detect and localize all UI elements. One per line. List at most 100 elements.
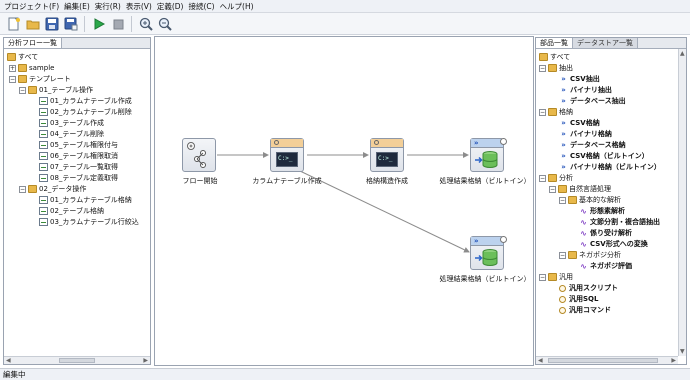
flow-list-hscrollbar[interactable]: ◀ ▶ bbox=[4, 356, 150, 364]
tree-item-template[interactable]: − テンプレート bbox=[9, 74, 71, 84]
menu-connect[interactable]: 接続(C) bbox=[188, 1, 214, 12]
collapse-icon[interactable]: − bbox=[549, 185, 556, 193]
component-label: データベース抽出 bbox=[570, 97, 626, 105]
component-item[interactable]: ∿ 係り受け解析 bbox=[579, 228, 632, 238]
tree-item-label: 03_テーブル作成 bbox=[50, 119, 104, 127]
status-bar: 編集中 bbox=[0, 368, 690, 380]
node-result-store-builtin[interactable]: » bbox=[470, 236, 507, 270]
flow-canvas[interactable]: フロー開始 C:>_ カラムナテーブル作成 C:>_ 格納構造作成 » 処理結果… bbox=[154, 36, 534, 366]
collapse-icon[interactable]: − bbox=[539, 174, 546, 182]
save-icon[interactable] bbox=[43, 15, 60, 32]
component-item[interactable]: » バイナリ格納（ビルトイン） bbox=[559, 162, 661, 172]
node-result-store-builtin[interactable]: » bbox=[470, 138, 507, 172]
component-item[interactable]: » バイナリ格納 bbox=[559, 129, 612, 139]
collapse-icon[interactable]: − bbox=[539, 273, 546, 281]
tree-item-flow[interactable]: 06_テーブル権限取消 bbox=[39, 151, 118, 161]
tree-item-data-ops[interactable]: − 02_データ操作 bbox=[19, 184, 86, 194]
node-columnar-table-create[interactable]: C:>_ bbox=[270, 138, 304, 172]
collapse-icon[interactable]: − bbox=[559, 196, 566, 204]
wave-icon: ∿ bbox=[580, 217, 587, 227]
tree-item-flow[interactable]: 02_テーブル格納 bbox=[39, 206, 104, 216]
scroll-thumb[interactable] bbox=[59, 358, 95, 363]
folder-icon bbox=[548, 174, 557, 182]
menu-help[interactable]: ヘルプ(H) bbox=[220, 1, 254, 12]
component-item[interactable]: 汎用コマンド bbox=[559, 305, 611, 315]
component-item[interactable]: » データベース抽出 bbox=[559, 96, 626, 106]
tree-item-general[interactable]: − 汎用 bbox=[539, 272, 573, 282]
component-label: データベース格納 bbox=[570, 141, 626, 149]
tree-item-label: 01_カラムナテーブル格納 bbox=[50, 196, 132, 204]
component-item[interactable]: » CSV抽出 bbox=[559, 74, 600, 84]
tree-item-nlp[interactable]: − 自然言語処理 bbox=[549, 184, 611, 194]
folder-icon bbox=[28, 86, 37, 94]
port-icon[interactable] bbox=[500, 138, 507, 145]
tree-item-flow[interactable]: 03_テーブル作成 bbox=[39, 118, 104, 128]
tree-item-flow[interactable]: 02_カラムナテーブル削除 bbox=[39, 107, 132, 117]
component-item[interactable]: ∿ ネガポジ評価 bbox=[579, 261, 632, 271]
chevron-icon: » bbox=[474, 139, 479, 147]
component-item[interactable]: 汎用SQL bbox=[559, 294, 598, 304]
menu-run[interactable]: 実行(R) bbox=[95, 1, 121, 12]
component-item[interactable]: » CSV格納 bbox=[559, 118, 600, 128]
tab-component-list[interactable]: 部品一覧 bbox=[536, 38, 573, 48]
tree-item-basic-analysis[interactable]: − 基本的な解析 bbox=[559, 195, 621, 205]
zoom-in-icon[interactable] bbox=[137, 15, 154, 32]
tree-item-analysis[interactable]: − 分析 bbox=[539, 173, 573, 183]
stop-icon[interactable] bbox=[109, 15, 126, 32]
component-item[interactable]: ∿ 文節分割・複合語抽出 bbox=[579, 217, 660, 227]
tree-item-flow[interactable]: 05_テーブル権限付与 bbox=[39, 140, 118, 150]
collapse-icon[interactable]: − bbox=[539, 64, 546, 72]
collapse-icon[interactable]: − bbox=[19, 86, 26, 94]
component-item[interactable]: ∿ CSV形式への変換 bbox=[579, 239, 648, 249]
save-as-icon[interactable] bbox=[62, 15, 79, 32]
node-storage-structure-create[interactable]: C:>_ bbox=[370, 138, 404, 172]
tree-item-flow[interactable]: 04_テーブル削除 bbox=[39, 129, 104, 139]
collapse-icon[interactable]: − bbox=[19, 185, 26, 193]
menu-view[interactable]: 表示(V) bbox=[126, 1, 152, 12]
menu-edit[interactable]: 編集(E) bbox=[64, 1, 90, 12]
tree-item-extract[interactable]: − 抽出 bbox=[539, 63, 573, 73]
tree-item-table-ops[interactable]: − 01_テーブル操作 bbox=[19, 85, 93, 95]
component-item[interactable]: » バイナリ抽出 bbox=[559, 85, 612, 95]
expand-icon[interactable]: + bbox=[9, 64, 16, 72]
collapse-icon[interactable]: − bbox=[9, 75, 16, 83]
tree-item-label: 01_テーブル操作 bbox=[39, 86, 93, 94]
collapse-icon[interactable]: − bbox=[539, 108, 546, 116]
component-label: CSV格納 bbox=[570, 119, 600, 127]
tree-item-all[interactable]: すべて bbox=[539, 52, 570, 62]
component-vscrollbar[interactable]: ▲ ▼ bbox=[678, 49, 686, 356]
tree-item-flow[interactable]: 01_カラムナテーブル格納 bbox=[39, 195, 132, 205]
port-icon[interactable] bbox=[500, 236, 507, 243]
menu-project[interactable]: プロジェクト(F) bbox=[4, 1, 59, 12]
component-label: CSV抽出 bbox=[570, 75, 600, 83]
tree-item-label: すべて bbox=[18, 53, 39, 61]
tree-item-store[interactable]: − 格納 bbox=[539, 107, 573, 117]
folder-icon bbox=[539, 53, 548, 61]
component-item[interactable]: » CSV格納（ビルトイン） bbox=[559, 151, 649, 161]
tree-item-all[interactable]: すべて bbox=[7, 52, 38, 62]
status-icon bbox=[374, 140, 379, 145]
tree-item-flow[interactable]: 07_テーブル一覧取得 bbox=[39, 162, 118, 172]
component-hscrollbar[interactable]: ◀ ▶ bbox=[536, 356, 678, 364]
collapse-icon[interactable]: − bbox=[559, 251, 566, 259]
new-icon[interactable] bbox=[5, 15, 22, 32]
zoom-out-icon[interactable] bbox=[156, 15, 173, 32]
tree-item-flow[interactable]: 03_カラムナテーブル行絞込 bbox=[39, 217, 139, 227]
menu-define[interactable]: 定義(D) bbox=[157, 1, 184, 12]
tab-flow-list[interactable]: 分析フロー一覧 bbox=[4, 38, 62, 48]
tree-item-flow[interactable]: 08_テーブル定義取得 bbox=[39, 173, 118, 183]
scroll-thumb[interactable] bbox=[548, 358, 658, 363]
node-flow-start[interactable] bbox=[182, 138, 216, 172]
tree-item-negapoji[interactable]: − ネガポジ分析 bbox=[559, 250, 621, 260]
tree-item-sample[interactable]: + sample bbox=[9, 63, 54, 73]
open-icon[interactable] bbox=[24, 15, 41, 32]
run-icon[interactable] bbox=[90, 15, 107, 32]
folder-icon bbox=[558, 185, 567, 193]
component-label: バイナリ格納（ビルトイン） bbox=[570, 163, 661, 171]
tree-item-flow[interactable]: 01_カラムナテーブル作成 bbox=[39, 96, 132, 106]
component-item[interactable]: » データベース格納 bbox=[559, 140, 626, 150]
component-item[interactable]: ∿ 形態素解析 bbox=[579, 206, 625, 216]
tree-item-label: 01_カラムナテーブル作成 bbox=[50, 97, 132, 105]
component-item[interactable]: 汎用スクリプト bbox=[559, 283, 618, 293]
tab-datastore-list[interactable]: データストア一覧 bbox=[573, 38, 638, 48]
